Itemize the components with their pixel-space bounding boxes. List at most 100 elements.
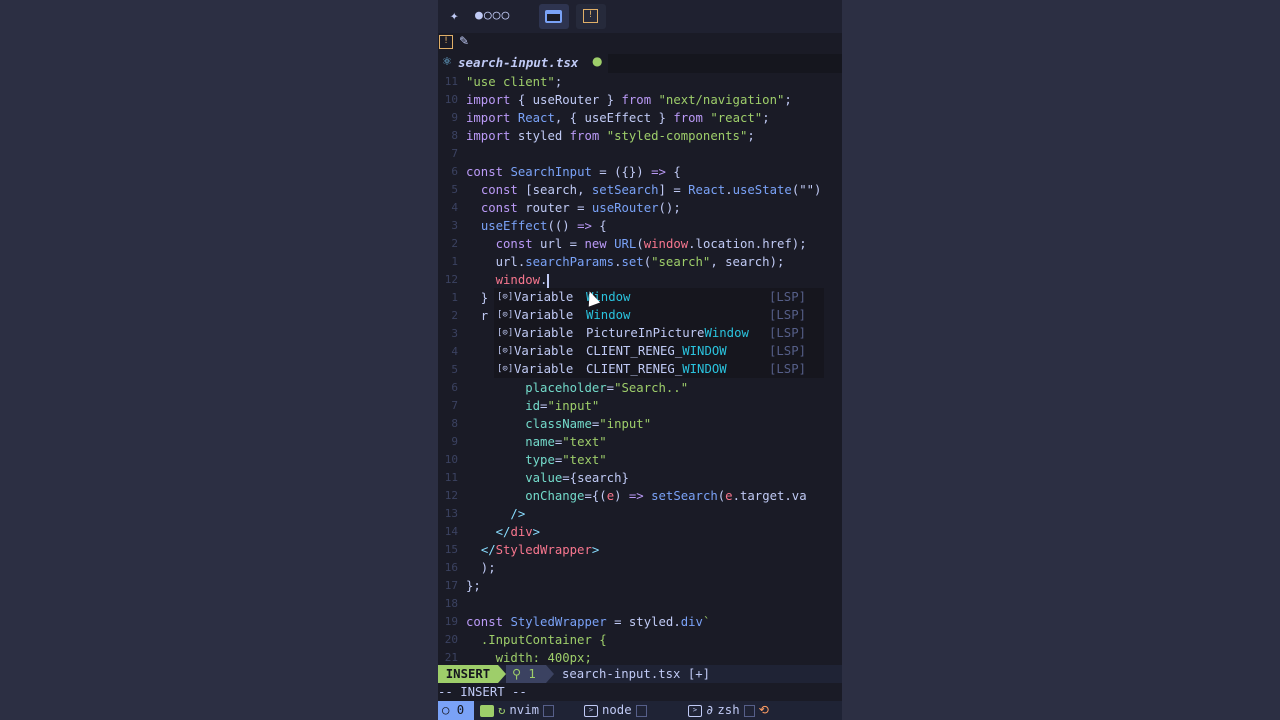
text-cursor xyxy=(547,273,550,288)
code-text: const [search, setSearch] = React.useSta… xyxy=(466,181,822,199)
terminal-icon: > xyxy=(584,704,598,717)
code-text: window. xyxy=(466,271,550,289)
line-number: 9 xyxy=(451,435,458,448)
code-token: name xyxy=(525,435,555,449)
code-line[interactable]: 10 import { useRouter } from "next/naviga… xyxy=(438,91,842,109)
code-line[interactable]: 9 name="text" xyxy=(438,433,842,451)
tmux-window-node[interactable]: > node xyxy=(584,701,647,720)
code-token: = styled. xyxy=(606,615,681,629)
code-text: onChange={(e) => setSearch(e.target.va xyxy=(466,487,806,505)
tmux-window-label: node xyxy=(602,703,632,717)
code-token: , search); xyxy=(710,255,785,269)
command-line[interactable]: -- INSERT -- xyxy=(438,683,842,701)
line-number: 11 xyxy=(444,471,458,484)
code-line[interactable]: 18 xyxy=(438,595,842,613)
code-line[interactable]: 19 const StyledWrapper = styled.div` xyxy=(438,613,842,631)
code-line[interactable]: 16 ); xyxy=(438,559,842,577)
code-token: URL xyxy=(614,237,637,251)
code-line[interactable]: 4 const router = useRouter(); xyxy=(438,199,842,217)
code-line[interactable]: 11 value={search} xyxy=(438,469,842,487)
code-token: "styled-components" xyxy=(606,129,748,143)
code-token: .InputContainer { xyxy=(480,633,607,647)
code-token: ); xyxy=(466,561,496,575)
code-token: ; xyxy=(747,129,755,143)
code-token: import xyxy=(466,111,511,125)
pane-icon xyxy=(635,704,647,717)
tmux-window-zsh[interactable]: > ∂ zsh ⟲ xyxy=(688,701,769,720)
code-token: r xyxy=(466,309,489,323)
completion-kind: Variable xyxy=(514,326,574,340)
code-token: const xyxy=(466,165,504,179)
completion-match: WINDOW xyxy=(682,344,727,358)
code-token: }; xyxy=(466,579,481,593)
code-text: const url = new URL(window.location.href… xyxy=(466,235,807,253)
code-token: from xyxy=(621,93,652,107)
completion-item[interactable]: [⊙] Variable Window [LSP] xyxy=(494,306,824,324)
line-number: 13 xyxy=(444,507,458,520)
completion-item[interactable]: [⊙] Variable CLIENT_RENEG_WINDOW [LSP] xyxy=(494,360,824,378)
code-token: useEffect xyxy=(480,219,548,233)
buffer-tab-search-input[interactable]: ⚛ search-input.tsx ● xyxy=(438,54,608,73)
code-token: div xyxy=(510,525,533,539)
workspace-dots[interactable]: ●○○○ xyxy=(475,8,510,23)
code-line[interactable]: 14 </div> xyxy=(438,523,842,541)
code-token: { xyxy=(591,219,607,233)
code-text: const StyledWrapper = styled.div` xyxy=(466,613,710,631)
variable-icon: [⊙] xyxy=(497,328,514,338)
diagnostics-count[interactable]: ⚲ 1 xyxy=(506,665,546,683)
code-line[interactable]: 20 .InputContainer { xyxy=(438,631,842,649)
pin-row: ! ✎ xyxy=(438,33,842,53)
code-line[interactable]: 9 import React, { useEffect } from "react… xyxy=(438,109,842,127)
code-token: > xyxy=(591,543,600,557)
code-text: const SearchInput = ({}) => { xyxy=(466,163,681,181)
code-text: import { useRouter } from "next/navigati… xyxy=(466,91,792,109)
code-line[interactable]: 7 id="input" xyxy=(438,397,842,415)
completion-item[interactable]: [⊙] Variable CLIENT_RENEG_WINDOW [LSP] xyxy=(494,342,824,360)
warning-tab[interactable]: ! xyxy=(576,4,606,29)
code-token: StyledWrapper xyxy=(495,543,592,557)
statusline: INSERT ⚲ 1 search-input.tsx [+] xyxy=(438,665,842,683)
line-number: 15 xyxy=(444,543,458,556)
code-line[interactable]: 8 className="input" xyxy=(438,415,842,433)
pane-icon xyxy=(543,704,555,717)
code-line[interactable]: 8 import styled from "styled-components"; xyxy=(438,127,842,145)
code-line[interactable]: 1 url.searchParams.set("search", search)… xyxy=(438,253,842,271)
code-line[interactable]: 12 onChange={(e) => setSearch(e.target.v… xyxy=(438,487,842,505)
code-line[interactable]: 11 "use client"; xyxy=(438,73,842,91)
code-line[interactable]: 6 const SearchInput = ({}) => { xyxy=(438,163,842,181)
code-text: className="input" xyxy=(466,415,651,433)
code-token: /> xyxy=(510,507,526,521)
code-token: ("") xyxy=(791,183,822,197)
window-tab[interactable] xyxy=(539,4,569,29)
completion-item[interactable]: [⊙] Variable PictureInPictureWindow [LSP] xyxy=(494,324,824,342)
code-line[interactable]: 2 const url = new URL(window.location.hr… xyxy=(438,235,842,253)
code-line[interactable]: 13 /> xyxy=(438,505,842,523)
completion-item[interactable]: [⊙] Variable Window [LSP] xyxy=(494,288,824,306)
completion-match: WINDOW xyxy=(682,362,727,376)
tmux-session[interactable]: ○ 0 xyxy=(438,701,474,720)
code-token: ( xyxy=(636,237,644,251)
code-line[interactable]: 5 const [search, setSearch] = React.useS… xyxy=(438,181,842,199)
sparkle-icon: ✦ xyxy=(450,8,459,24)
line-number: 1 xyxy=(451,291,458,304)
line-number: 3 xyxy=(451,327,458,340)
code-text: ); xyxy=(466,559,496,577)
completion-source: [LSP] xyxy=(769,326,807,340)
code-line[interactable]: 6 placeholder="Search.." xyxy=(438,379,842,397)
code-line[interactable]: 10 type="text" xyxy=(438,451,842,469)
warning-icon[interactable]: ! xyxy=(439,35,453,49)
code-token: placeholder xyxy=(525,381,607,395)
code-line[interactable]: 3 useEffect(() => { xyxy=(438,217,842,235)
completion-prefix: CLIENT_RENEG_ xyxy=(586,344,683,358)
pin-icon[interactable]: ✎ xyxy=(459,34,469,48)
code-line[interactable]: 15 </StyledWrapper> xyxy=(438,541,842,559)
tmux-window-nvim[interactable]: ↻ nvim xyxy=(480,701,555,720)
code-line[interactable]: 12 window. xyxy=(438,271,842,289)
code-token: .location.href); xyxy=(688,237,807,251)
code-line[interactable]: 7 xyxy=(438,145,842,163)
code-line[interactable]: 17}; xyxy=(438,577,842,595)
